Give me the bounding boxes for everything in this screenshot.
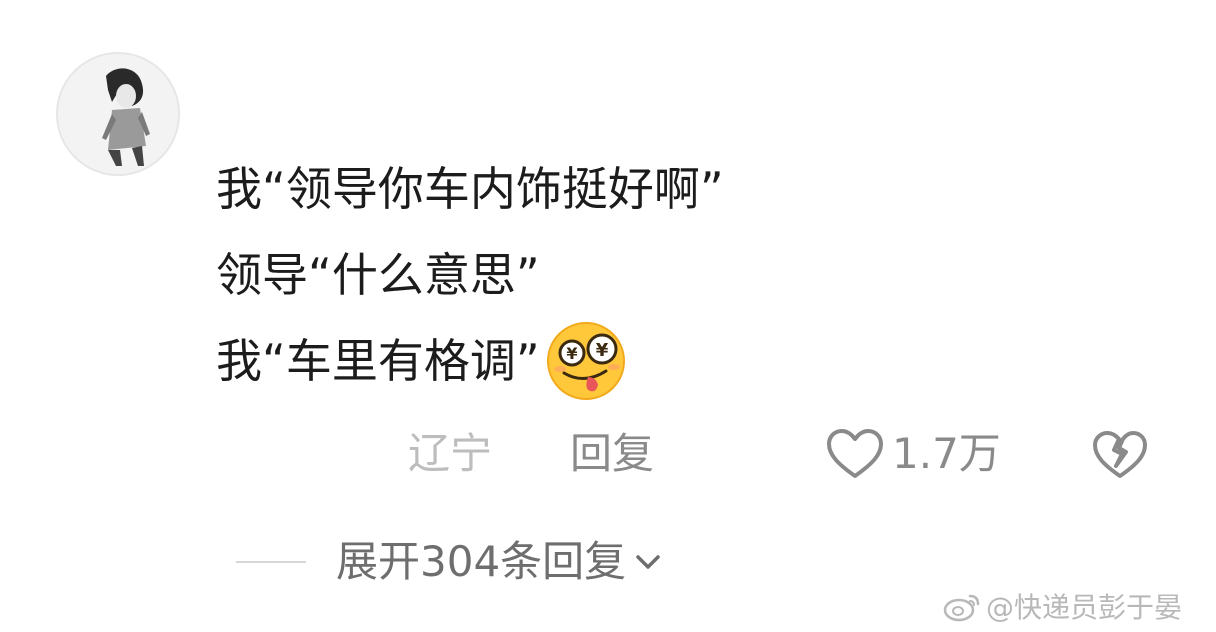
avatar[interactable] <box>56 52 180 176</box>
heart-outline-icon <box>827 429 883 478</box>
watermark-text: @快递员彭于晏 <box>986 591 1183 624</box>
comment-meta: 辽宁 回复 1.7万 <box>0 424 1216 484</box>
money-eyes-tongue-emoji: ¥ ¥ <box>544 319 628 403</box>
like-count: 1.7万 <box>892 429 1001 478</box>
comment-line: 领导“什么意思” <box>216 232 976 318</box>
comment-text: 领导“什么意思” <box>216 248 540 302</box>
like-button[interactable]: 1.7万 <box>826 424 1001 484</box>
chevron-down-icon <box>636 555 660 569</box>
svg-text:¥: ¥ <box>595 340 608 361</box>
expand-replies-label: 展开304条回复 <box>336 537 627 586</box>
comment-text: 我“领导你车内饰挺好啊” <box>216 162 724 216</box>
broken-heart-icon <box>1093 431 1147 478</box>
watermark: @快递员彭于晏 <box>942 586 1182 626</box>
reply-button[interactable]: 回复 <box>570 424 654 484</box>
comment-card: 我“领导你车内饰挺好啊” 领导“什么意思” 我“车里有格调” ¥ ¥ 辽宁 回复… <box>0 0 1216 632</box>
expand-replies-button[interactable]: 展开304条回复 <box>236 532 662 592</box>
comment-line: 我“领导你车内饰挺好啊” <box>216 146 976 232</box>
divider <box>236 561 306 563</box>
location-label: 辽宁 <box>408 429 493 478</box>
weibo-logo-icon <box>943 594 980 622</box>
comment-body: 我“领导你车内饰挺好啊” 领导“什么意思” 我“车里有格调” ¥ ¥ <box>216 146 976 404</box>
comment-line: 我“车里有格调” ¥ ¥ <box>216 318 976 404</box>
comment-text: 我“车里有格调” <box>216 334 540 388</box>
dislike-button[interactable] <box>1092 430 1148 484</box>
svg-text:¥: ¥ <box>566 344 577 363</box>
avatar-illustration <box>58 54 178 174</box>
